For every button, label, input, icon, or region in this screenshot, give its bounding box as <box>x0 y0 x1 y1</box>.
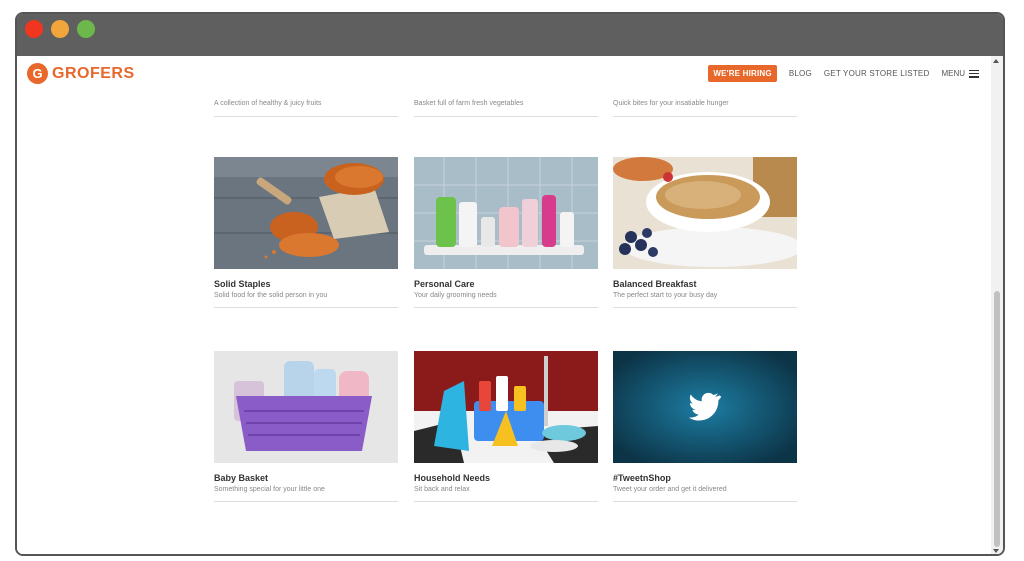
balanced-breakfast-image[interactable] <box>613 157 797 269</box>
divider <box>214 307 398 308</box>
card-title[interactable]: Household Needs <box>414 473 598 483</box>
site-header: G GROFERS WE'RE HIRING BLOG GET YOUR STO… <box>17 56 991 90</box>
divider <box>214 116 398 117</box>
card-title[interactable]: Baby Basket <box>214 473 398 483</box>
category-card-solid-staples[interactable]: Solid Staples Solid food for the solid p… <box>214 157 398 308</box>
vertical-scrollbar[interactable] <box>991 56 1003 554</box>
category-card-tweetnshop[interactable]: #TweetnShop Tweet your order and get it … <box>613 351 797 502</box>
window-titlebar <box>17 14 1003 56</box>
category-card-household-needs[interactable]: Household Needs Sit back and relax <box>414 351 598 502</box>
hamburger-icon <box>969 69 979 78</box>
logo-text: GROFERS <box>52 64 135 82</box>
divider <box>414 307 598 308</box>
card-subtitle: Something special for your little one <box>214 486 325 493</box>
category-card-baby-basket[interactable]: Baby Basket Something special for your l… <box>214 351 398 502</box>
header-nav: WE'RE HIRING BLOG GET YOUR STORE LISTED … <box>708 65 979 82</box>
vegetables-subtitle: Basket full of farm fresh vegetables <box>414 100 524 107</box>
card-title[interactable]: Personal Care <box>414 279 598 289</box>
menu-button[interactable]: MENU <box>941 69 979 78</box>
divider <box>613 307 797 308</box>
personal-care-image[interactable] <box>414 157 598 269</box>
divider <box>613 501 797 502</box>
baby-basket-image[interactable] <box>214 351 398 463</box>
divider <box>613 116 797 117</box>
store-listing-link[interactable]: GET YOUR STORE LISTED <box>824 69 930 78</box>
category-card-personal-care[interactable]: Personal Care Your daily grooming needs <box>414 157 598 308</box>
scrollbar-thumb[interactable] <box>994 291 1000 547</box>
grofers-logo[interactable]: G GROFERS <box>27 63 135 84</box>
card-title[interactable]: Balanced Breakfast <box>613 279 797 289</box>
close-window-button[interactable] <box>25 20 43 38</box>
hiring-button[interactable]: WE'RE HIRING <box>708 65 777 82</box>
blog-link[interactable]: BLOG <box>789 69 812 78</box>
household-needs-image[interactable] <box>414 351 598 463</box>
card-title[interactable]: #TweetnShop <box>613 473 797 483</box>
minimize-window-button[interactable] <box>51 20 69 38</box>
divider <box>414 501 598 502</box>
divider <box>414 116 598 117</box>
category-card-balanced-breakfast[interactable]: Balanced Breakfast The perfect start to … <box>613 157 797 308</box>
divider <box>214 501 398 502</box>
card-title[interactable]: Solid Staples <box>214 279 398 289</box>
card-subtitle: Sit back and relax <box>414 486 470 493</box>
logo-mark-icon: G <box>27 63 48 84</box>
scroll-up-icon[interactable] <box>993 59 999 63</box>
card-subtitle: The perfect start to your busy day <box>613 292 718 299</box>
card-subtitle: Solid food for the solid person in you <box>214 292 328 299</box>
browser-window: A collection of healthy & juicy fruits B… <box>15 12 1005 556</box>
maximize-window-button[interactable] <box>77 20 95 38</box>
solid-staples-image[interactable] <box>214 157 398 269</box>
tweetnshop-image[interactable] <box>613 351 797 463</box>
snacks-subtitle: Quick bites for your insatiable hunger <box>613 100 729 107</box>
fruits-subtitle: A collection of healthy & juicy fruits <box>214 100 322 107</box>
scroll-down-icon[interactable] <box>993 549 999 553</box>
menu-label: MENU <box>941 69 965 78</box>
card-subtitle: Tweet your order and get it delivered <box>613 486 727 493</box>
page-viewport: A collection of healthy & juicy fruits B… <box>17 56 1003 554</box>
card-subtitle: Your daily grooming needs <box>414 292 497 299</box>
